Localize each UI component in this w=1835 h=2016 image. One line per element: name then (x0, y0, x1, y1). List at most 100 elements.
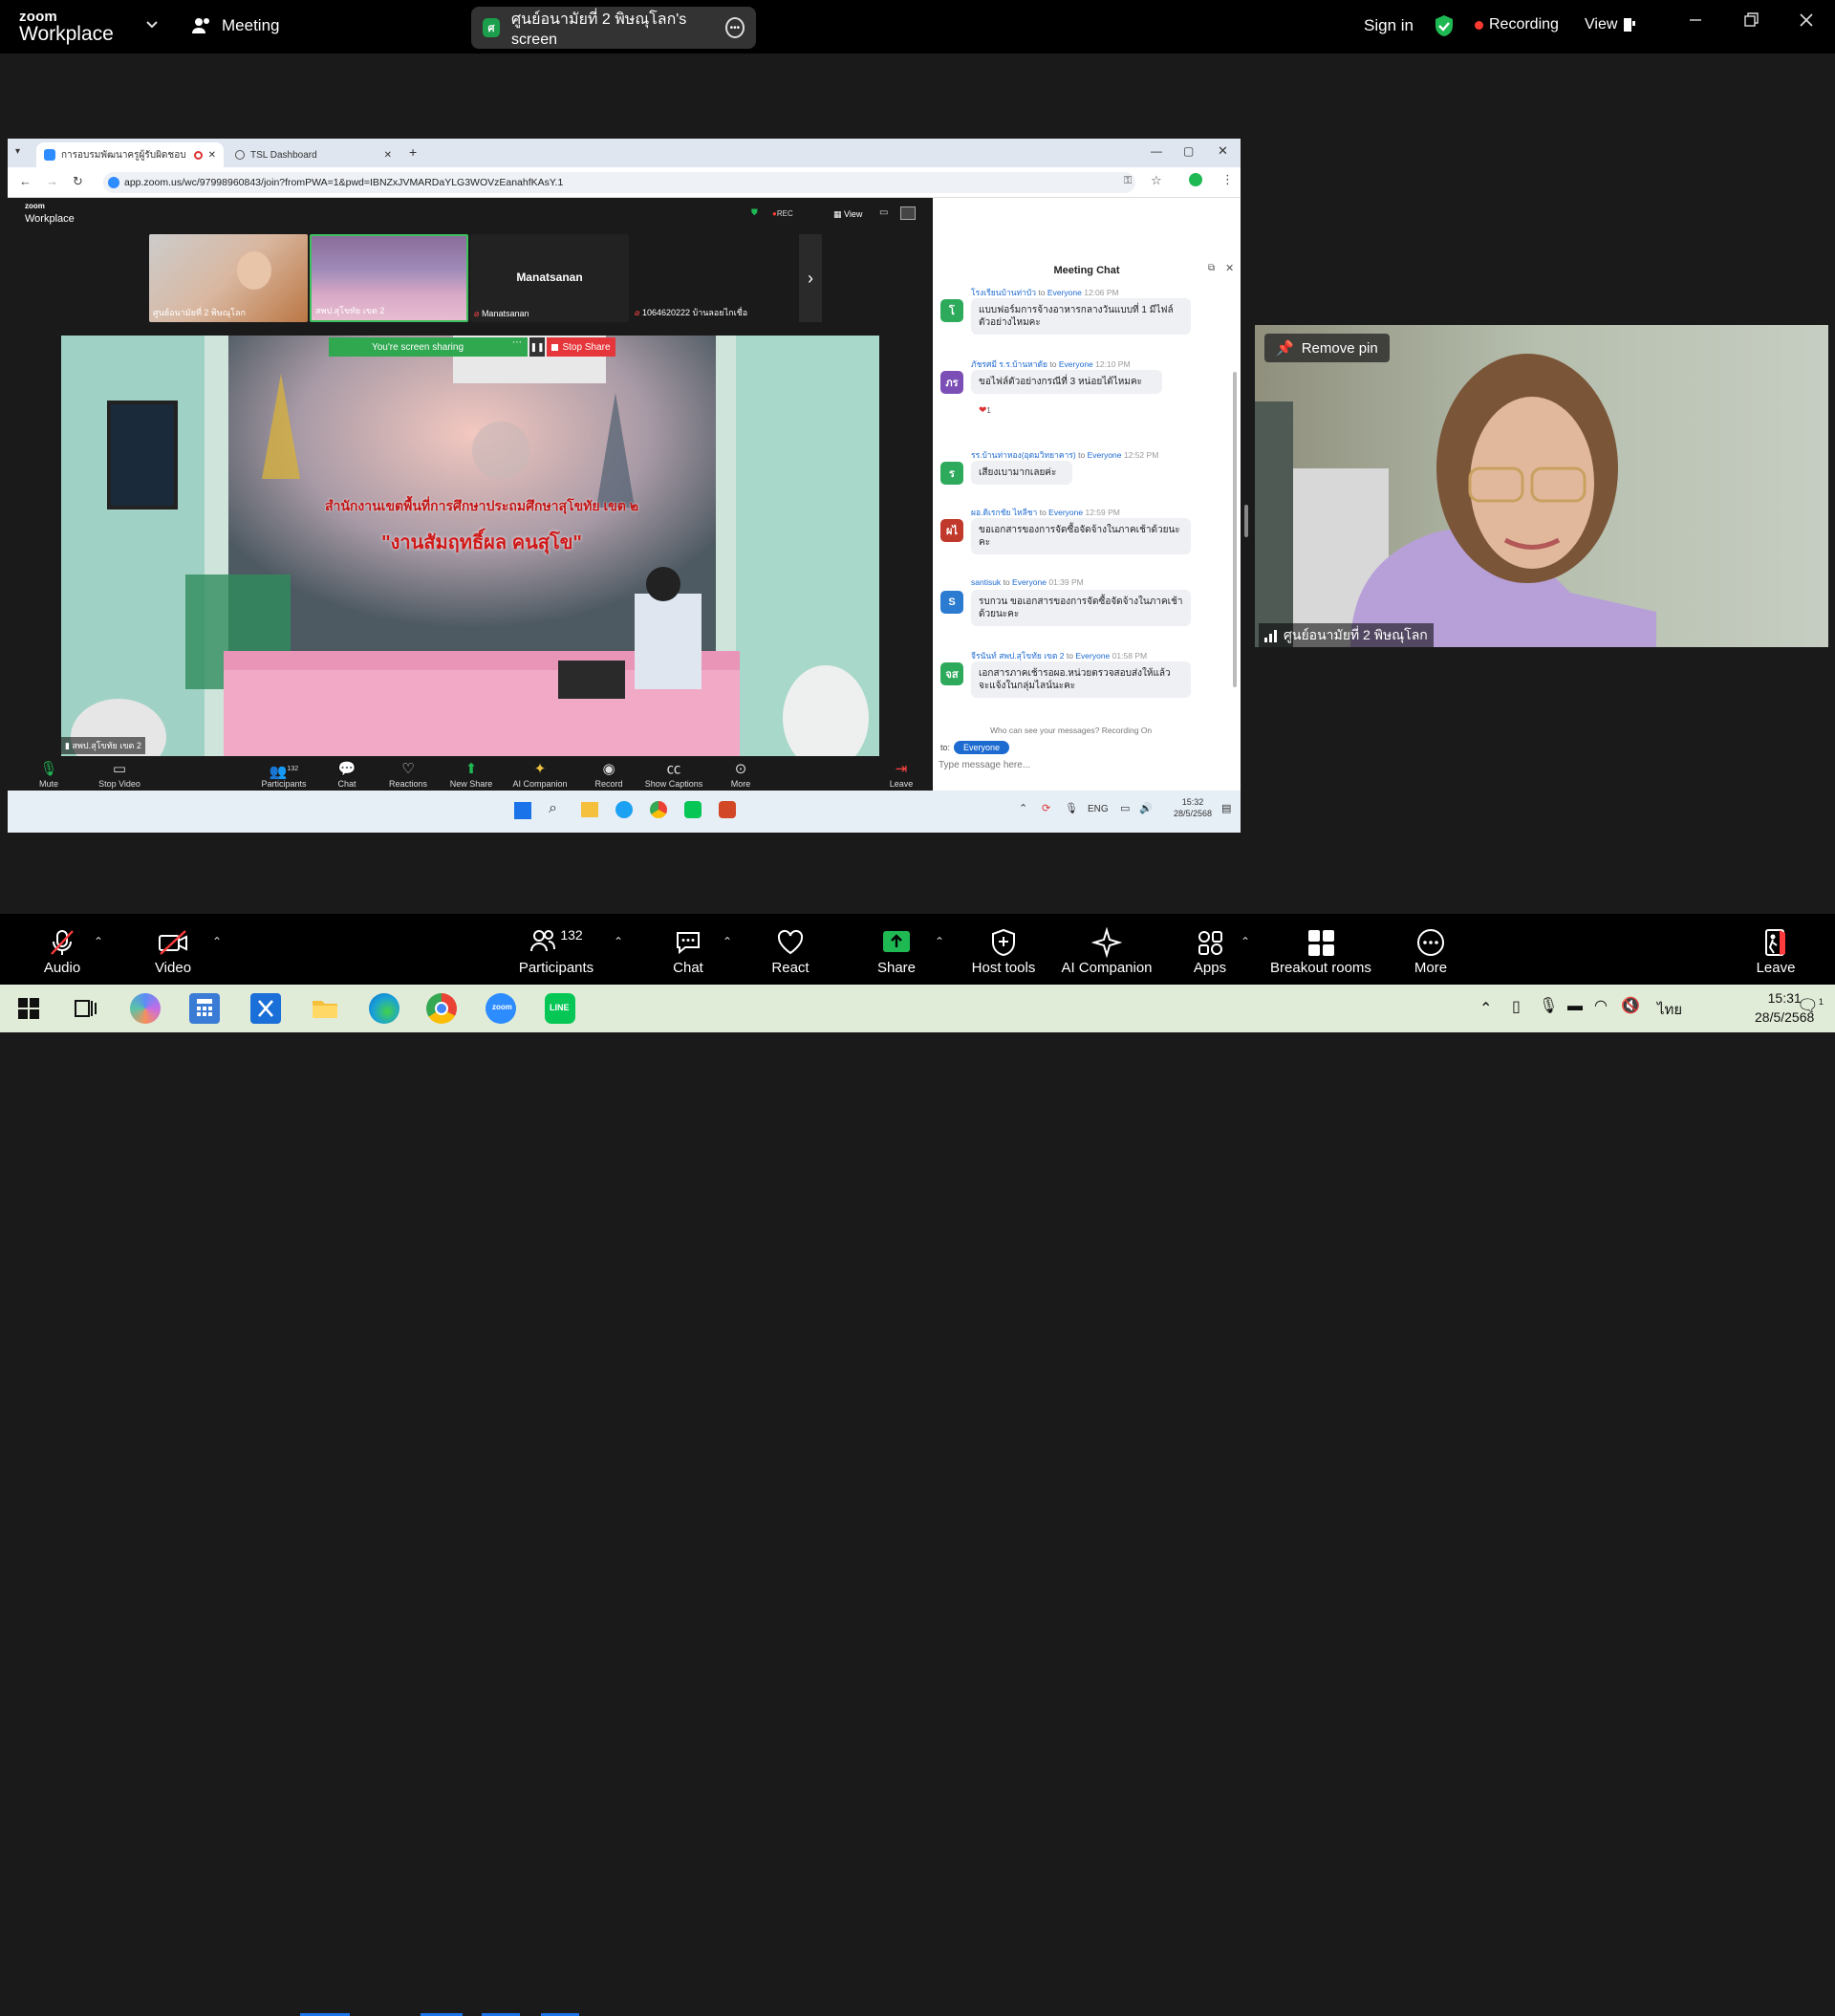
close-icon[interactable]: ✕ (1218, 143, 1228, 159)
participant-thumb-active[interactable]: สพป.สุโขทัย เขต 2 (310, 234, 468, 322)
participants-button[interactable]: 132 Participants (516, 927, 596, 976)
restore-icon[interactable]: ▢ (1183, 144, 1194, 158)
zoom-icon[interactable]: zoom (486, 993, 516, 1024)
react-button[interactable]: React (768, 927, 812, 976)
bookmark-star-icon[interactable]: ☆ (1151, 173, 1162, 188)
leave-button[interactable]: Leave (1755, 927, 1797, 976)
network-icon[interactable]: ▭ (1120, 802, 1130, 814)
edge-icon[interactable] (369, 993, 399, 1024)
rec-indicator[interactable]: ●REC (772, 209, 793, 218)
inner-leave-button[interactable]: ⇥ Leave (875, 760, 927, 789)
battery-icon[interactable]: ▬ (1567, 998, 1583, 1015)
key-icon[interactable]: ⚿ (1124, 175, 1132, 187)
line-icon[interactable] (684, 801, 702, 818)
pip-icon[interactable]: ▭ (879, 207, 888, 218)
chat-visibility-notice[interactable]: Who can see your messages? Recording On (990, 726, 1152, 735)
tab-search-icon[interactable]: ▾ (15, 146, 20, 157)
edge-icon[interactable] (615, 801, 633, 818)
more-icon[interactable]: ••• (724, 17, 745, 38)
inner-clock[interactable]: 15:32 28/5/2568 (1174, 796, 1212, 819)
chevron-right-icon[interactable]: › (799, 234, 822, 322)
sign-in-button[interactable]: Sign in (1364, 16, 1414, 35)
participant-thumb[interactable]: Manatsanan ⌀ Manatsanan (470, 234, 629, 322)
minimize-icon[interactable] (1688, 11, 1703, 33)
chrome-icon[interactable] (426, 993, 457, 1024)
volume-icon[interactable]: 🔊 (1139, 802, 1153, 814)
file-explorer-icon[interactable] (310, 993, 340, 1024)
ai-companion-button[interactable]: AI Companion (1057, 927, 1156, 976)
mic-icon[interactable]: 🎙 (1539, 996, 1558, 1015)
url-field[interactable]: app.zoom.us/wc/97998960843/join?fromPWA=… (103, 172, 1135, 193)
more-button[interactable]: More (1411, 927, 1451, 976)
meeting-info-button[interactable]: Meeting (191, 16, 279, 35)
inner-stop-video-button[interactable]: ▭ Stop Video (86, 760, 153, 789)
menu-kebab-icon[interactable]: ⋮ (1221, 172, 1234, 187)
inner-new-share-button[interactable]: ⬆ New Share (438, 760, 505, 789)
notification-icon[interactable]: ▤ (1221, 802, 1231, 814)
chrome-icon[interactable] (650, 801, 667, 818)
recording-indicator[interactable]: Recording (1475, 16, 1559, 33)
chat-message-input[interactable] (939, 756, 1225, 773)
reload-icon[interactable]: ↻ (73, 174, 83, 189)
view-button[interactable]: ▦ View (833, 209, 862, 220)
browser-tab[interactable]: TSL Dashboard ✕ (227, 142, 399, 167)
minimize-icon[interactable]: — (1151, 144, 1162, 158)
close-tab-icon[interactable]: ✕ (384, 150, 392, 161)
sharing-more-icon[interactable]: ⋯ (507, 337, 528, 357)
stop-share-button[interactable]: Stop Share (547, 337, 615, 357)
line-icon[interactable]: LINE (545, 993, 575, 1024)
inner-participants-button[interactable]: 👥132 Participants (250, 760, 317, 789)
video-options-caret-icon[interactable]: ⌃ (212, 935, 222, 948)
close-icon[interactable]: ✕ (1225, 262, 1234, 274)
apps-caret-icon[interactable]: ⌃ (1241, 935, 1250, 948)
close-icon[interactable] (1798, 11, 1815, 34)
mic-icon[interactable]: 🎙 (1065, 802, 1078, 814)
powerpoint-icon[interactable] (719, 801, 736, 818)
shield-icon[interactable] (1434, 14, 1455, 42)
inner-ai-companion-button[interactable]: ✦ AI Companion (507, 760, 573, 789)
system-clock[interactable]: 15:31 28/5/2568 (1755, 988, 1814, 1027)
view-button[interactable]: View (1585, 16, 1636, 33)
chevron-up-icon[interactable]: ⌃ (1019, 802, 1027, 814)
snipping-tool-icon[interactable] (250, 993, 281, 1024)
file-explorer-icon[interactable] (581, 802, 598, 817)
search-icon[interactable]: ⌕ (549, 800, 557, 817)
popout-icon[interactable]: ⧉ (1208, 263, 1215, 273)
pinned-video[interactable]: 📌 Remove pin ศูนย์อนามัยที่ 2 พิษณุโลก (1255, 325, 1828, 647)
chevron-up-icon[interactable]: ⌃ (1479, 999, 1492, 1018)
heart-reaction[interactable]: ❤1 (979, 405, 991, 416)
new-tab-icon[interactable]: + (409, 144, 417, 160)
inner-more-button[interactable]: ⊙ More (707, 760, 774, 789)
breakout-rooms-button[interactable]: Breakout rooms (1267, 927, 1374, 976)
participant-thumb[interactable]: ⌀ 1064620222 บ้านลอยไกเชื่อ (631, 234, 789, 322)
device-icon[interactable]: ▯ (1512, 997, 1521, 1016)
close-tab-icon[interactable]: ✕ (208, 150, 216, 161)
language-indicator[interactable]: ไทย (1657, 998, 1682, 1021)
chat-scrollbar[interactable] (1233, 372, 1237, 687)
apps-button[interactable]: Apps (1191, 927, 1229, 976)
pause-icon[interactable]: ❚❚ (529, 337, 545, 357)
inner-captions-button[interactable]: ㏄ Show Captions (640, 760, 707, 789)
inner-mute-button[interactable]: 🎙 Mute (15, 760, 82, 789)
host-tools-button[interactable]: Host tools (965, 927, 1042, 976)
back-icon[interactable]: ← (19, 174, 32, 188)
windows-start-icon[interactable] (514, 802, 531, 819)
language-indicator[interactable]: ENG (1088, 804, 1109, 814)
video-button[interactable]: Video (147, 927, 199, 976)
chevron-down-icon[interactable] (145, 17, 159, 33)
volume-muted-icon[interactable]: 🔇 (1621, 996, 1640, 1015)
shield-icon[interactable]: ⛊ (751, 207, 758, 218)
extension-icon[interactable] (1189, 173, 1202, 186)
audio-button[interactable]: Audio (36, 927, 88, 976)
site-info-icon[interactable] (108, 177, 119, 188)
share-button[interactable]: Share (875, 927, 918, 976)
chat-caret-icon[interactable]: ⌃ (723, 935, 732, 948)
share-indicator[interactable]: ศ ศูนย์อนามัยที่ 2 พิษณุโลก's screen ••• (471, 7, 756, 49)
chat-button[interactable]: Chat (669, 927, 707, 976)
sync-icon[interactable]: ⟳ (1042, 802, 1050, 814)
calculator-icon[interactable] (189, 993, 220, 1024)
inner-reactions-button[interactable]: ♡ Reactions (375, 760, 442, 789)
restore-icon[interactable] (1743, 11, 1760, 34)
browser-tab-active[interactable]: การอบรมพัฒนาครูผู้รับผิดชอบ ✕ (36, 142, 224, 167)
wifi-icon[interactable]: ◠ (1594, 996, 1608, 1015)
